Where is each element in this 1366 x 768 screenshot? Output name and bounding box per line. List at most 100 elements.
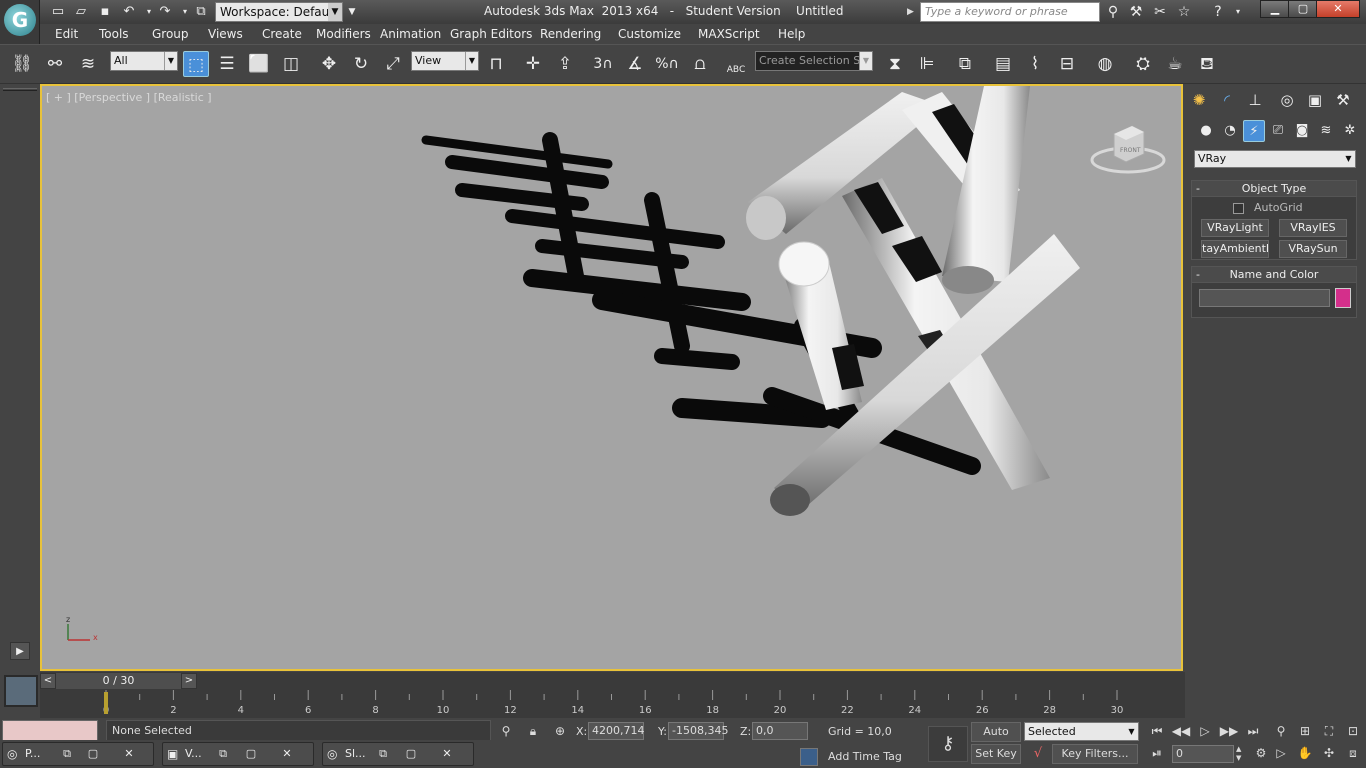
go-to-start-icon[interactable]: ⏮ xyxy=(1146,722,1168,740)
time-configuration-icon[interactable]: ⚙ xyxy=(1250,744,1272,762)
zoom-extents-all-icon[interactable]: ⊡ xyxy=(1342,722,1364,740)
hierarchy-tab-icon[interactable]: ⊥ xyxy=(1243,88,1267,112)
project-folder-icon[interactable]: ⧉ xyxy=(192,3,210,21)
play-icon[interactable]: ▷ xyxy=(1194,722,1216,740)
curve-editor-icon[interactable]: ⌇ xyxy=(1022,51,1048,77)
menu-rendering[interactable]: Rendering xyxy=(540,27,601,41)
maximize-icon[interactable]: ▢ xyxy=(85,746,101,762)
undo-icon[interactable]: ↶ xyxy=(120,3,138,21)
object-category-dropdown[interactable]: VRay ▼ xyxy=(1194,150,1356,168)
field-of-view-icon[interactable]: ▷ xyxy=(1270,744,1292,762)
select-and-rotate-icon[interactable]: ↻ xyxy=(348,51,374,77)
mini-listener-icon[interactable] xyxy=(4,675,38,707)
menu-group[interactable]: Group xyxy=(152,27,189,41)
z-coordinate-field[interactable]: 0,0 xyxy=(752,722,808,740)
menu-edit[interactable]: Edit xyxy=(55,27,78,41)
auto-key-button[interactable]: Auto Key xyxy=(971,722,1021,756)
close-button[interactable]: ✕ xyxy=(1316,0,1360,18)
subscription-icon[interactable]: ⚒ xyxy=(1126,3,1146,21)
absolute-mode-icon[interactable]: ⊕ xyxy=(551,722,569,740)
menu-graph-editors[interactable]: Graph Editors xyxy=(450,27,532,41)
go-to-end-icon[interactable]: ⏭ xyxy=(1242,722,1264,740)
time-slider-prev-button[interactable]: < xyxy=(40,673,56,689)
restore-icon[interactable]: ⧉ xyxy=(215,746,231,762)
align-icon[interactable]: ⊫ xyxy=(914,51,940,77)
expand-trackbar-icon[interactable]: ▶ xyxy=(10,642,30,660)
help-icon[interactable]: ? xyxy=(1208,3,1228,21)
time-slider-next-button[interactable]: > xyxy=(181,673,197,689)
minimized-window[interactable]: ▣ V... ⧉ ▢ ✕ xyxy=(162,742,314,766)
key-filters-button[interactable]: Key Filters... xyxy=(1052,744,1138,764)
key-mode-dropdown[interactable]: Selected ▼ xyxy=(1024,722,1139,741)
percent-snap-icon[interactable]: %∩ xyxy=(654,51,680,77)
search-input[interactable]: Type a keyword or phrase xyxy=(920,2,1100,22)
x-coordinate-field[interactable]: 4200,714 xyxy=(588,722,645,740)
object-color-swatch[interactable] xyxy=(1335,288,1351,308)
select-and-link-icon[interactable]: ⛓ xyxy=(9,51,35,77)
render-setup-icon[interactable]: ⛭ xyxy=(1130,51,1156,77)
selection-filter-dropdown[interactable]: All ▼ xyxy=(110,51,178,71)
bind-space-warp-icon[interactable]: ≋ xyxy=(75,51,101,77)
select-and-move-icon[interactable]: ✥ xyxy=(316,51,342,77)
vraysun-button[interactable]: VRaySun xyxy=(1279,240,1347,258)
zoom-icon[interactable]: ⚲ xyxy=(1270,722,1292,740)
menu-maxscript[interactable]: MAXScript xyxy=(698,27,760,41)
create-tab-icon[interactable]: ✺ xyxy=(1187,88,1211,112)
maximize-icon[interactable]: ▢ xyxy=(403,746,419,762)
geometry-icon[interactable]: ● xyxy=(1195,120,1217,142)
snaps-toggle-icon[interactable]: 3∩ xyxy=(590,51,616,77)
time-slider[interactable]: < 0 / 30 > xyxy=(40,672,1185,690)
keyboard-shortcut-override-icon[interactable]: ⇪ xyxy=(552,51,578,77)
unlink-icon[interactable]: ⚯ xyxy=(42,51,68,77)
restore-icon[interactable]: ⧉ xyxy=(59,746,75,762)
viewport-label[interactable]: [ + ] [Perspective ] [Realistic ] xyxy=(46,91,212,104)
default-tangent-icon[interactable]: √ xyxy=(1026,744,1050,764)
systems-icon[interactable]: ✲ xyxy=(1339,120,1361,142)
redo-icon[interactable]: ↷ xyxy=(156,3,174,21)
y-coordinate-field[interactable]: -1508,345 xyxy=(668,722,728,740)
layer-manager-icon[interactable]: ⧉ xyxy=(952,51,978,77)
save-icon[interactable]: ▪ xyxy=(96,3,114,21)
open-file-icon[interactable]: ▱ xyxy=(72,3,90,21)
schematic-view-icon[interactable]: ⊟ xyxy=(1054,51,1080,77)
maximize-viewport-icon[interactable]: ⧈ xyxy=(1342,744,1364,762)
named-selection-set-dropdown[interactable]: Create Selection Se ▼ xyxy=(755,51,873,71)
pivot-center-icon[interactable]: ⊓ xyxy=(483,51,509,77)
perspective-viewport[interactable]: [ + ] [Perspective ] [Realistic ] FRONT … xyxy=(40,84,1183,671)
time-slider-handle[interactable]: 0 / 30 xyxy=(56,673,181,689)
isolate-selection-icon[interactable]: ⚲ xyxy=(497,722,515,740)
new-file-icon[interactable]: ▭ xyxy=(49,3,67,21)
autogrid-checkbox[interactable] xyxy=(1233,203,1244,214)
help-dropdown-icon[interactable]: ▾ xyxy=(1228,3,1248,21)
zoom-extents-icon[interactable]: ⛶ xyxy=(1318,722,1340,740)
minimize-button[interactable]: ▁ xyxy=(1260,0,1290,18)
workspace-dropdown[interactable]: Workspace: Default ▼ xyxy=(215,2,343,22)
restore-icon[interactable]: ⧉ xyxy=(375,746,391,762)
toolbar-grip[interactable] xyxy=(3,88,37,91)
close-icon[interactable]: ✕ xyxy=(279,746,295,762)
helpers-icon[interactable]: ◙ xyxy=(1291,120,1313,142)
graphite-ribbon-icon[interactable]: ▤ xyxy=(990,51,1016,77)
key-icon[interactable]: ⚷ xyxy=(928,726,968,762)
current-frame-input[interactable]: 0 xyxy=(1172,745,1234,763)
rendered-frame-window-icon[interactable]: ☕ xyxy=(1162,51,1188,77)
set-key-button[interactable]: Set Key xyxy=(971,744,1021,764)
cameras-icon[interactable]: ⎚ xyxy=(1267,120,1289,142)
utilities-tab-icon[interactable]: ⚒ xyxy=(1331,88,1355,112)
time-tag-icon[interactable] xyxy=(800,748,818,766)
frame-spinner-icon[interactable]: ▲ ▼ xyxy=(1236,745,1245,763)
add-time-tag-button[interactable]: Add Time Tag xyxy=(828,750,902,763)
close-icon[interactable]: ✕ xyxy=(121,746,137,762)
communication-center-icon[interactable]: ✂ xyxy=(1150,3,1170,21)
vraylight-button[interactable]: VRayLight xyxy=(1201,219,1269,237)
orbit-icon[interactable]: ✣ xyxy=(1318,744,1340,762)
modify-tab-icon[interactable]: ◜ xyxy=(1215,88,1239,112)
favorites-star-icon[interactable]: ☆ xyxy=(1174,3,1194,21)
minimized-window[interactable]: ◎ P... ⧉ ▢ ✕ xyxy=(2,742,154,766)
key-mode-toggle-icon[interactable]: ⏯ xyxy=(1146,744,1168,762)
selection-lock-icon[interactable]: 🔒︎ xyxy=(524,722,542,740)
maximize-icon[interactable]: ▢ xyxy=(243,746,259,762)
select-and-scale-icon[interactable]: ⤢ xyxy=(380,51,406,77)
space-warps-icon[interactable]: ≋ xyxy=(1315,120,1337,142)
render-production-icon[interactable]: ⛾ xyxy=(1194,51,1220,77)
